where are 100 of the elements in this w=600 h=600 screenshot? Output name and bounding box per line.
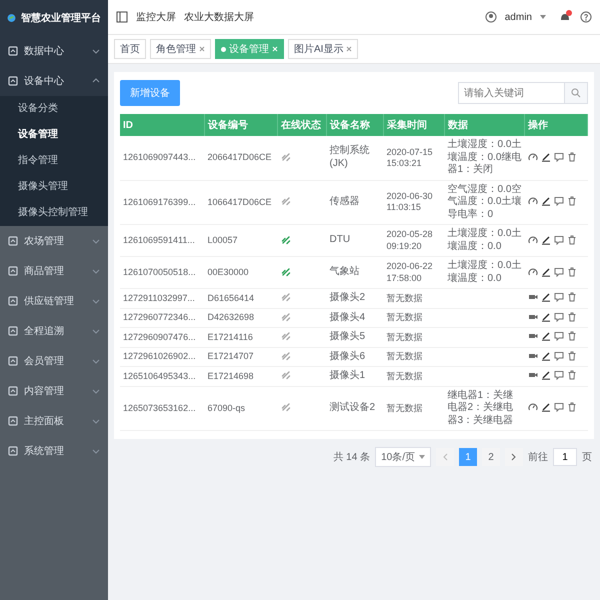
- menu-item[interactable]: 农场管理: [0, 226, 108, 256]
- edit-icon[interactable]: [540, 350, 550, 361]
- menu-item[interactable]: 系统管理: [0, 436, 108, 466]
- column-header: 设备编号: [204, 114, 278, 136]
- menu-item[interactable]: 数据中心: [0, 36, 108, 66]
- chevron-right-icon: [511, 453, 517, 461]
- tab[interactable]: 首页: [114, 39, 146, 59]
- nav-link[interactable]: 农业大数据大屏: [184, 10, 254, 24]
- delete-icon[interactable]: [566, 152, 576, 162]
- chevron-icon: [92, 447, 100, 455]
- table-cell: 1261070050518...: [120, 256, 204, 288]
- menu-item[interactable]: 全程追溯: [0, 316, 108, 346]
- submenu-item[interactable]: 摄像头管理: [0, 174, 108, 200]
- message-icon[interactable]: [554, 266, 564, 277]
- message-icon[interactable]: [554, 402, 564, 412]
- table-cell: 1066417D06CE: [204, 180, 278, 224]
- menu-item[interactable]: 供应链管理: [0, 286, 108, 316]
- submenu-item[interactable]: 设备分类: [0, 96, 108, 122]
- delete-icon[interactable]: [566, 196, 576, 206]
- delete-icon[interactable]: [566, 312, 576, 322]
- edit-icon[interactable]: [540, 402, 550, 412]
- user-name[interactable]: admin: [504, 12, 532, 22]
- table-cell: 控制系统(JK): [326, 136, 384, 180]
- table-cell: 暂无数据: [384, 308, 444, 328]
- table-cell: 1272961026902...: [120, 347, 204, 366]
- table-cell: 2020-06-22 17:58:00: [384, 256, 444, 288]
- next-page-button[interactable]: [505, 448, 523, 466]
- table-cell: 1265106495343...: [120, 366, 204, 386]
- delete-icon[interactable]: [566, 402, 576, 412]
- delete-icon[interactable]: [566, 350, 576, 361]
- table-cell: 测试设备2: [326, 386, 384, 430]
- close-icon[interactable]: [199, 46, 205, 52]
- page-size-select[interactable]: 10条/页: [375, 447, 431, 467]
- menu-item[interactable]: 会员管理: [0, 346, 108, 376]
- message-icon[interactable]: [554, 234, 564, 245]
- help-icon[interactable]: [580, 11, 592, 23]
- chevron-icon: [92, 47, 100, 55]
- gauge-icon[interactable]: [528, 196, 538, 206]
- edit-icon[interactable]: [540, 266, 550, 277]
- gauge-icon[interactable]: [528, 402, 538, 412]
- page-button[interactable]: 2: [482, 448, 500, 466]
- table-cell: L00057: [204, 224, 278, 256]
- table-cell: 2066417D06CE: [204, 136, 278, 180]
- column-header: 操作: [524, 114, 588, 136]
- table-cell: 暂无数据: [384, 366, 444, 386]
- search-button[interactable]: [565, 82, 588, 104]
- submenu-item[interactable]: 摄像头控制管理: [0, 200, 108, 226]
- message-icon[interactable]: [554, 196, 564, 206]
- caret-icon: [419, 454, 425, 460]
- edit-icon[interactable]: [540, 331, 550, 342]
- edit-icon[interactable]: [540, 196, 550, 206]
- menu-item[interactable]: 内容管理: [0, 376, 108, 406]
- edit-icon[interactable]: [540, 234, 550, 245]
- close-icon[interactable]: [346, 46, 352, 52]
- table-cell: 摄像头4: [326, 308, 384, 328]
- gauge-icon[interactable]: [528, 234, 538, 245]
- message-icon[interactable]: [554, 331, 564, 342]
- table-cell: 土壤湿度：0.0土壤温度：0.0: [448, 228, 522, 252]
- menu-icon: [8, 76, 18, 86]
- app-title: 智慧农业管理平台: [21, 12, 101, 25]
- menu-icon[interactable]: [116, 11, 128, 23]
- page-input[interactable]: 1: [553, 448, 577, 466]
- edit-icon[interactable]: [540, 152, 550, 162]
- nav-link[interactable]: 监控大屏: [136, 10, 176, 24]
- table-cell: 空气湿度：0.0空气温度：0.0土壤导电率：0: [448, 184, 522, 220]
- table-cell: 暂无数据: [384, 288, 444, 308]
- gauge-icon[interactable]: [528, 266, 538, 277]
- edit-icon[interactable]: [540, 292, 550, 302]
- delete-icon[interactable]: [566, 234, 576, 245]
- table-cell: 暂无数据: [384, 386, 444, 430]
- message-icon[interactable]: [554, 370, 564, 380]
- goto-label: 前往: [528, 450, 548, 464]
- search-icon: [571, 88, 581, 98]
- submenu-item[interactable]: 指令管理: [0, 148, 108, 174]
- edit-icon[interactable]: [540, 370, 550, 380]
- message-icon[interactable]: [554, 350, 564, 361]
- edit-icon[interactable]: [540, 312, 550, 322]
- message-icon[interactable]: [554, 312, 564, 322]
- delete-icon[interactable]: [566, 370, 576, 380]
- table-cell: 土壤湿度：0.0土壤温度：0.0继电器1：关闭: [448, 139, 522, 175]
- caret-icon: [540, 14, 546, 20]
- delete-icon[interactable]: [566, 266, 576, 277]
- message-icon[interactable]: [554, 152, 564, 162]
- page-unit: 页: [582, 451, 592, 464]
- menu-item[interactable]: 商品管理: [0, 256, 108, 286]
- table-cell: 1261069591411...: [120, 224, 204, 256]
- menu-item[interactable]: 主控面板: [0, 406, 108, 436]
- menu-item[interactable]: 设备中心: [0, 66, 108, 96]
- delete-icon[interactable]: [566, 331, 576, 342]
- message-icon[interactable]: [554, 292, 564, 302]
- chevron-icon: [92, 297, 100, 305]
- table-cell: 继电器1：关继电器2：关继电器3：关继电器: [448, 390, 514, 426]
- chevron-icon: [92, 327, 100, 335]
- tab[interactable]: 图片AI显示: [288, 39, 358, 59]
- submenu-item[interactable]: 设备管理: [0, 122, 108, 148]
- table-cell: 1272960772346...: [120, 308, 204, 328]
- tab[interactable]: 角色管理: [150, 39, 211, 59]
- gauge-icon[interactable]: [528, 152, 538, 162]
- search-field[interactable]: 请输入关键词: [458, 82, 565, 104]
- delete-icon[interactable]: [566, 292, 576, 302]
